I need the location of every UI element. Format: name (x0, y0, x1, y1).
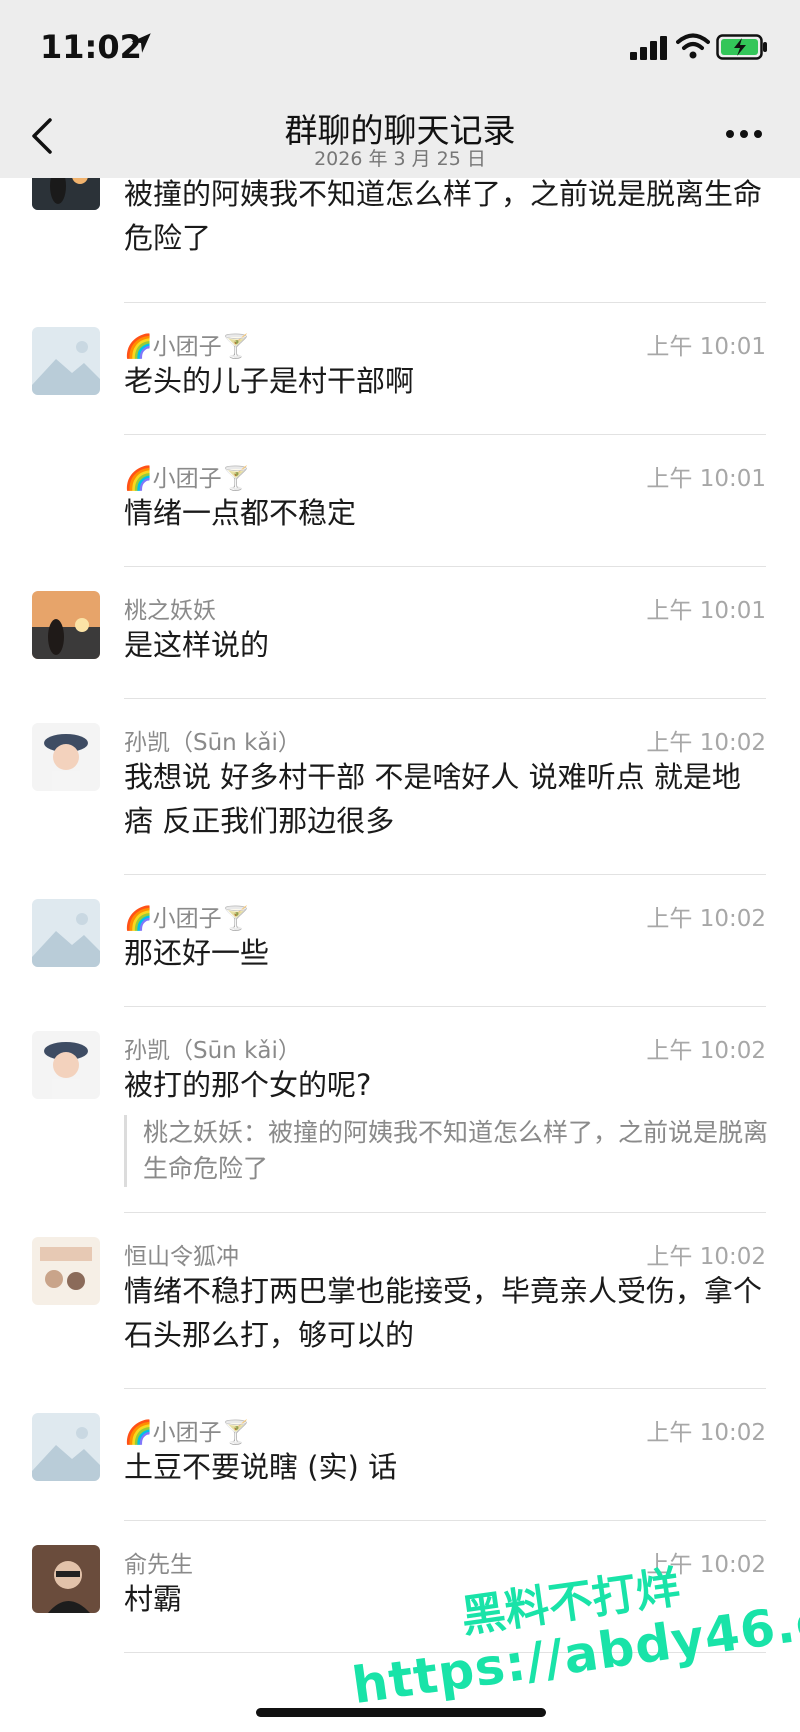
avatar[interactable] (32, 327, 100, 395)
sender-name: 俞先生 (124, 1552, 193, 1578)
chat-history[interactable]: 被撞的阿姨我不知道怎么样了，之前说是脱离生命危险了 🌈小团子🍸 上午 10:01… (0, 178, 800, 1732)
message-text: 土豆不要说瞎 (实) 话 (124, 1450, 398, 1484)
wifi-icon (676, 33, 710, 59)
message-text: 被撞的阿姨我不知道怎么样了，之前说是脱离生命危险了 (124, 178, 763, 255)
sender-name: 孙凯（Sūn kǎi） (124, 730, 301, 756)
quoted-message[interactable]: 桃之妖妖：被撞的阿姨我不知道怎么样了，之前说是脱离生命危险了 (124, 1115, 775, 1187)
sunset-avatar-image (32, 591, 100, 659)
sunset-avatar-image (32, 178, 100, 210)
message-text: 情绪一点都不稳定 (124, 496, 357, 530)
poster-avatar-image (32, 1237, 100, 1305)
avatar[interactable] (32, 723, 100, 791)
message-item[interactable]: 恒山令狐冲 上午 10:02 情绪不稳打两巴掌也能接受，毕竟亲人受伤，拿个石头那… (0, 1213, 800, 1389)
message-item[interactable]: 桃之妖妖 上午 10:01 是这样说的 (0, 567, 800, 699)
message-time: 上午 10:02 (646, 1038, 766, 1064)
watermark: 黑料不打烊 https://abdy46.com (349, 1562, 800, 1716)
sender-name: 孙凯（Sūn kǎi） (124, 1038, 301, 1064)
child-avatar-image (32, 723, 100, 791)
top-bar: 11:02 群聊的聊天记录 2026 年 3 月 25 日 (0, 0, 800, 178)
sender-name: 🌈小团子🍸 (124, 906, 251, 932)
child-avatar-image (32, 1031, 100, 1099)
message-text: 情绪不稳打两巴掌也能接受，毕竟亲人受伤，拿个石头那么打，够可以的 (124, 1274, 763, 1352)
message-time: 上午 10:01 (646, 466, 766, 492)
placeholder-avatar-image (32, 1413, 100, 1481)
placeholder-avatar-image (32, 899, 100, 967)
message-item[interactable]: 🌈小团子🍸 上午 10:02 那还好一些 (0, 875, 800, 1007)
message-item[interactable]: 孙凯（Sūn kǎi） 上午 10:02 我想说 好多村干部 不是啥好人 说难听… (0, 699, 800, 875)
message-item[interactable]: 孙凯（Sūn kǎi） 上午 10:02 被打的那个女的呢? 桃之妖妖：被撞的阿… (0, 1007, 800, 1213)
message-text: 是这样说的 (124, 628, 270, 662)
message-text: 老头的儿子是村干部啊 (124, 364, 415, 398)
avatar[interactable] (32, 178, 100, 210)
sender-name: 桃之妖妖 (124, 598, 216, 624)
message-time: 上午 10:02 (646, 1244, 766, 1270)
man-avatar-image (32, 1545, 100, 1613)
cellular-signal-icon (630, 36, 667, 60)
sender-name: 恒山令狐冲 (124, 1244, 239, 1270)
avatar[interactable] (32, 1545, 100, 1613)
status-time: 11:02 (40, 28, 142, 66)
message-item[interactable]: 🌈小团子🍸 上午 10:01 情绪一点都不稳定 (0, 435, 800, 567)
message-time: 上午 10:01 (646, 334, 766, 360)
message-item[interactable]: 🌈小团子🍸 上午 10:01 老头的儿子是村干部啊 (0, 303, 800, 435)
placeholder-avatar-image (32, 327, 100, 395)
avatar[interactable] (32, 899, 100, 967)
message-item[interactable]: 被撞的阿姨我不知道怎么样了，之前说是脱离生命危险了 (0, 178, 800, 303)
location-arrow-icon (131, 33, 151, 53)
message-time: 上午 10:02 (646, 1420, 766, 1446)
avatar[interactable] (32, 1413, 100, 1481)
avatar[interactable] (32, 1237, 100, 1305)
battery-charging-icon (716, 34, 767, 60)
message-time: 上午 10:02 (646, 730, 766, 756)
sender-name: 🌈小团子🍸 (124, 334, 251, 360)
message-text: 那还好一些 (124, 936, 270, 970)
sender-name: 🌈小团子🍸 (124, 466, 251, 492)
message-item[interactable]: 🌈小团子🍸 上午 10:02 土豆不要说瞎 (实) 话 (0, 1389, 800, 1521)
message-text: 被打的那个女的呢? (124, 1068, 372, 1102)
message-time: 上午 10:01 (646, 598, 766, 624)
sender-name: 🌈小团子🍸 (124, 1420, 251, 1446)
home-indicator[interactable] (256, 1708, 546, 1717)
message-time: 上午 10:02 (646, 906, 766, 932)
message-text: 我想说 好多村干部 不是啥好人 说难听点 就是地痞 反正我们那边很多 (124, 760, 741, 838)
more-icon[interactable] (724, 120, 764, 148)
avatar[interactable] (32, 1031, 100, 1099)
chat-date: 2026 年 3 月 25 日 (314, 148, 486, 170)
avatar[interactable] (32, 591, 100, 659)
